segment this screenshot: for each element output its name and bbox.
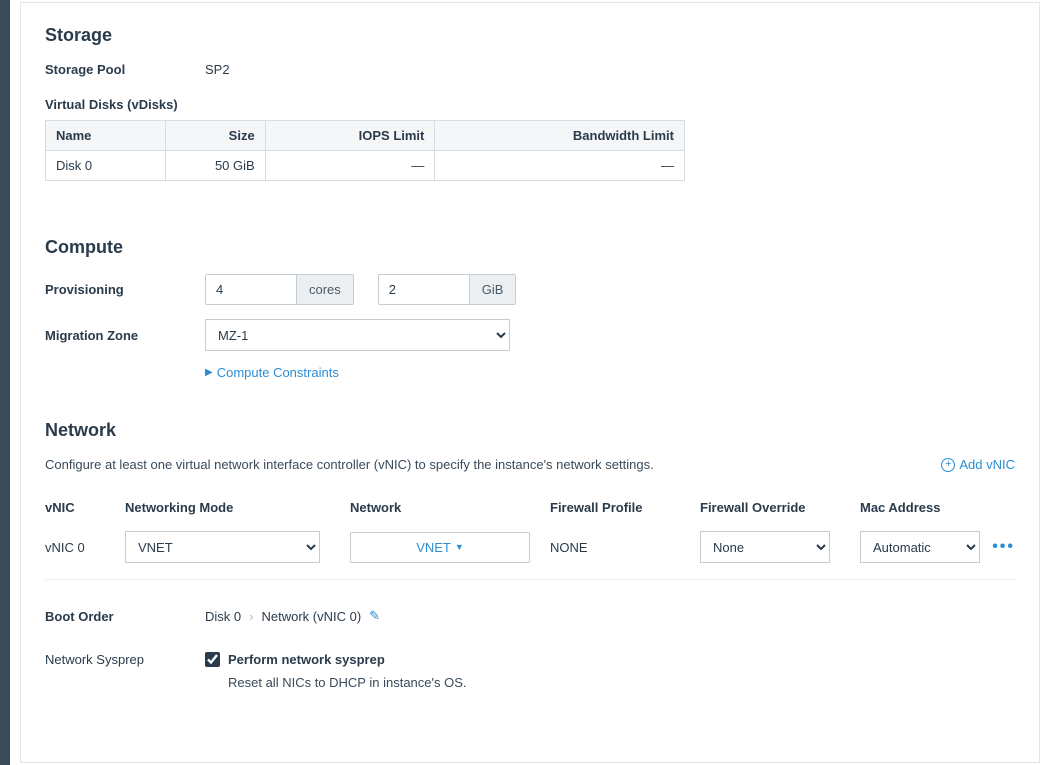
memory-unit: GiB: [469, 275, 516, 304]
boot-order-row: Boot Order Disk 0 › Network (vNIC 0) ✎: [45, 608, 1015, 624]
compute-constraints-label: Compute Constraints: [217, 365, 339, 380]
sysprep-row: Network Sysprep Perform network sysprep …: [45, 652, 1015, 690]
plus-circle-icon: +: [941, 458, 955, 472]
vnic-header-row: vNIC Networking Mode Network Firewall Pr…: [45, 500, 1015, 527]
sysprep-label: Network Sysprep: [45, 652, 205, 690]
chevron-right-icon: ›: [249, 609, 253, 624]
boot-chain: Disk 0 › Network (vNIC 0) ✎: [205, 608, 380, 624]
vnic-name: vNIC 0: [45, 540, 115, 555]
add-vnic-button[interactable]: + Add vNIC: [941, 457, 1015, 472]
side-stripe: [0, 0, 10, 765]
storage-pool-label: Storage Pool: [45, 62, 205, 77]
col-mode: Networking Mode: [125, 500, 340, 515]
sysprep-checkbox-label: Perform network sysprep: [228, 652, 385, 667]
firewall-profile-value: NONE: [550, 540, 690, 555]
networking-mode-select[interactable]: VNET: [125, 531, 320, 563]
vnic-table: vNIC Networking Mode Network Firewall Pr…: [45, 500, 1015, 580]
provisioning-label: Provisioning: [45, 282, 205, 297]
caret-down-icon: ▼: [455, 542, 464, 552]
boot-step-2: Network (vNIC 0): [261, 609, 361, 624]
provisioning-row: Provisioning cores GiB: [45, 274, 1015, 305]
pencil-icon: ✎: [369, 608, 380, 623]
migration-zone-row: Migration Zone MZ-1: [45, 319, 1015, 351]
col-firewall-profile: Firewall Profile: [550, 500, 690, 515]
col-firewall-override: Firewall Override: [700, 500, 850, 515]
network-description: Configure at least one virtual network i…: [45, 457, 654, 472]
boot-step-1: Disk 0: [205, 609, 241, 624]
constraints-row: ▶ Compute Constraints: [45, 365, 1015, 380]
network-picker-label: VNET: [416, 540, 451, 555]
vnic-actions-button[interactable]: •••: [992, 538, 1015, 555]
sysprep-checkbox[interactable]: [205, 652, 220, 667]
disk-iops: —: [265, 151, 435, 181]
cores-input[interactable]: [206, 275, 296, 304]
disk-bw: —: [435, 151, 685, 181]
network-top-row: Configure at least one virtual network i…: [45, 457, 1015, 472]
migration-zone-select[interactable]: MZ-1: [205, 319, 510, 351]
sysprep-description: Reset all NICs to DHCP in instance's OS.: [228, 675, 467, 690]
cores-input-group: cores: [205, 274, 354, 305]
storage-pool-value: SP2: [205, 62, 230, 77]
memory-input[interactable]: [379, 275, 469, 304]
network-heading: Network: [45, 420, 1015, 441]
network-picker-button[interactable]: VNET ▼: [350, 532, 530, 563]
disk-size: 50 GiB: [165, 151, 265, 181]
migration-zone-label: Migration Zone: [45, 328, 205, 343]
memory-input-group: GiB: [378, 274, 517, 305]
col-iops: IOPS Limit: [265, 121, 435, 151]
firewall-override-select[interactable]: None: [700, 531, 830, 563]
table-row: Disk 0 50 GiB — —: [46, 151, 685, 181]
vdisks-table: Name Size IOPS Limit Bandwidth Limit Dis…: [45, 120, 685, 181]
vdisks-header-row: Name Size IOPS Limit Bandwidth Limit: [46, 121, 685, 151]
config-panel: Storage Storage Pool SP2 Virtual Disks (…: [20, 2, 1040, 763]
disk-name: Disk 0: [46, 151, 166, 181]
col-bw: Bandwidth Limit: [435, 121, 685, 151]
vdisks-label: Virtual Disks (vDisks): [45, 97, 1015, 112]
storage-pool-row: Storage Pool SP2: [45, 62, 1015, 77]
edit-boot-order-button[interactable]: ✎: [369, 608, 380, 624]
storage-heading: Storage: [45, 25, 1015, 46]
col-size: Size: [165, 121, 265, 151]
caret-right-icon: ▶: [205, 367, 213, 378]
mac-address-select[interactable]: Automatic: [860, 531, 980, 563]
cores-unit: cores: [296, 275, 353, 304]
col-vnic: vNIC: [45, 500, 115, 515]
compute-constraints-toggle[interactable]: ▶ Compute Constraints: [205, 365, 339, 380]
add-vnic-label: Add vNIC: [959, 457, 1015, 472]
boot-order-label: Boot Order: [45, 609, 205, 624]
col-mac: Mac Address: [860, 500, 980, 515]
vnic-row: vNIC 0 VNET VNET ▼ NONE: [45, 527, 1015, 580]
col-name: Name: [46, 121, 166, 151]
col-network: Network: [350, 500, 540, 515]
compute-heading: Compute: [45, 237, 1015, 258]
